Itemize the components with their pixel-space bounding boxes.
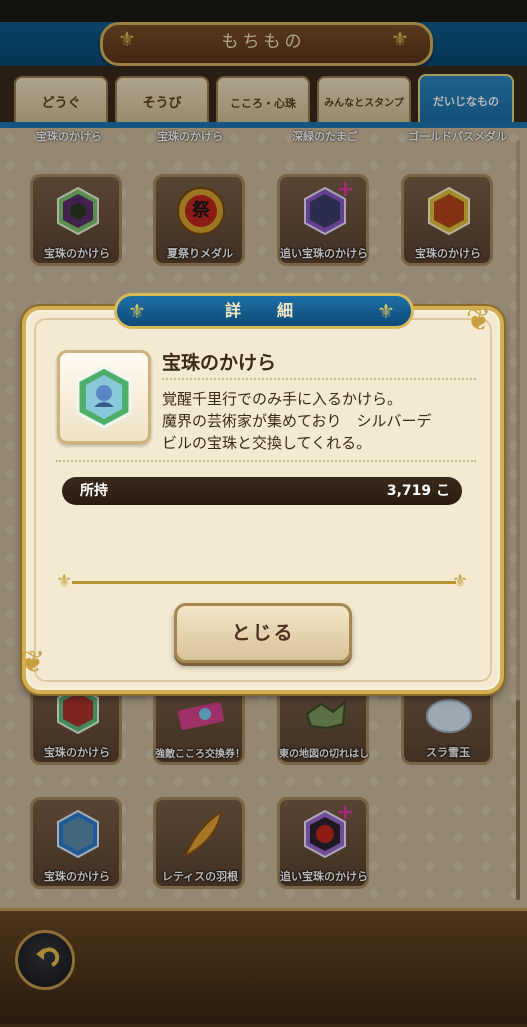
owned-label: 所持 [80, 483, 108, 499]
description-line: 魔界の芸術家が集めており シルバーデ [162, 412, 432, 430]
divider [56, 460, 476, 462]
item-preview [57, 350, 151, 444]
fleur-de-lis-icon: ⚜ [452, 571, 469, 592]
corner-ornament-icon: ❦ [20, 645, 46, 680]
orb-shard-icon [76, 365, 132, 429]
description-line: 覚醒千里行でのみ手に入るかけら。 [162, 390, 403, 408]
item-name: 宝珠のかけら [162, 352, 277, 374]
description-line: ビルの宝珠と交換してくれる。 [162, 434, 372, 452]
divider [162, 378, 476, 380]
item-description: 覚醒千里行でのみ手に入るかけら。 魔界の芸術家が集めており シルバーデ ビルの宝… [162, 388, 482, 454]
owned-value: 3,719 こ [386, 483, 450, 499]
fleur-de-lis-icon: ⚜ [56, 571, 73, 592]
modal-title: 詳 細 [224, 301, 303, 320]
ornamental-divider [72, 581, 456, 584]
close-button[interactable]: とじる [174, 603, 352, 663]
corner-ornament-icon: ❦ [466, 303, 492, 338]
